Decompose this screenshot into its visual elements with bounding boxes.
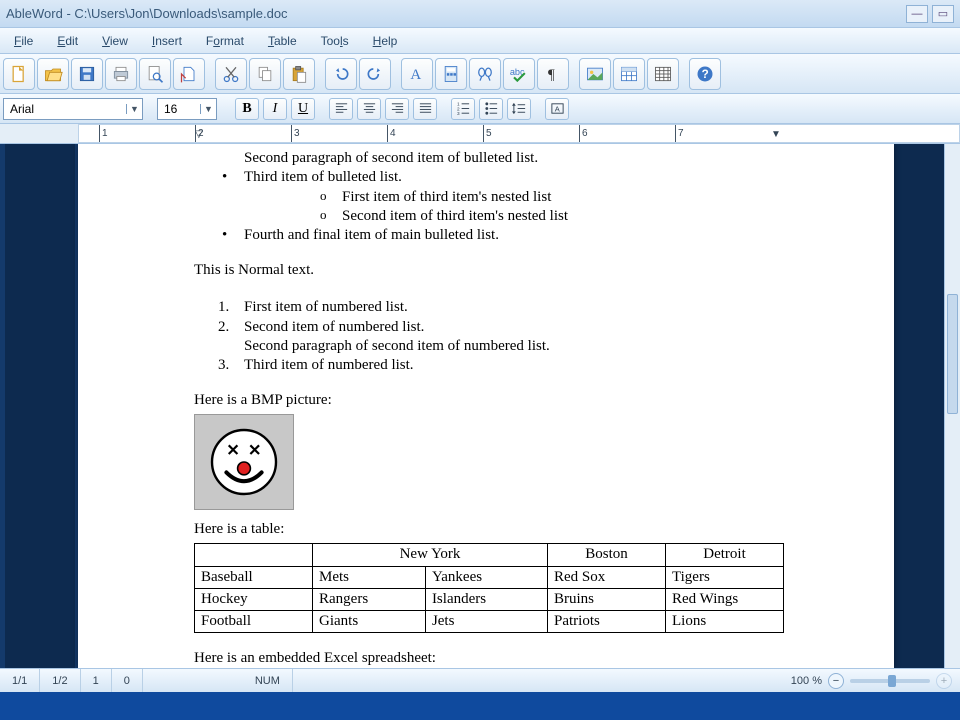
window-title: AbleWord - C:\Users\Jon\Downloads\sample… xyxy=(6,6,902,21)
underline-button[interactable]: U xyxy=(291,98,315,120)
horizontal-ruler[interactable]: ▽ ▼ 1234567 xyxy=(0,124,960,144)
font-name-value: Arial xyxy=(4,102,126,116)
menu-format[interactable]: Format xyxy=(196,31,254,51)
menu-help[interactable]: Help xyxy=(363,31,408,51)
copy-button[interactable] xyxy=(249,58,281,90)
scrollbar-thumb[interactable] xyxy=(947,294,958,414)
list-item: 1.First item of numbered list. xyxy=(194,298,778,317)
zoom-level: 100 % xyxy=(791,675,822,687)
zoom-in-button[interactable]: + xyxy=(936,673,952,689)
list-item: 3.Third item of numbered list. xyxy=(194,356,778,375)
print-preview-button[interactable] xyxy=(139,58,171,90)
menu-view[interactable]: View xyxy=(92,31,138,51)
menu-file[interactable]: File xyxy=(4,31,43,51)
svg-text:✕: ✕ xyxy=(226,443,239,460)
zoom-control: 100 % − + xyxy=(783,673,960,689)
status-col: 0 xyxy=(112,669,143,692)
cut-button[interactable] xyxy=(215,58,247,90)
print-button[interactable] xyxy=(105,58,137,90)
format-toolbar: Arial ▼ 16 ▼ B I U 123 A xyxy=(0,94,960,124)
zoom-out-button[interactable]: − xyxy=(828,673,844,689)
paste-button[interactable] xyxy=(283,58,315,90)
align-justify-button[interactable] xyxy=(413,98,437,120)
redo-button[interactable] xyxy=(359,58,391,90)
svg-text:A: A xyxy=(554,104,559,113)
help-button[interactable]: ? xyxy=(689,58,721,90)
list-item: First item of third item's nested list xyxy=(244,188,778,207)
main-toolbar: A abc ¶ ? xyxy=(0,54,960,94)
sample-table[interactable]: New York Boston Detroit Baseball Mets Ya… xyxy=(194,543,784,633)
line-spacing-button[interactable] xyxy=(507,98,531,120)
align-left-button[interactable] xyxy=(329,98,353,120)
svg-text:3: 3 xyxy=(456,111,459,116)
spellcheck-button[interactable]: abc xyxy=(503,58,535,90)
undo-button[interactable] xyxy=(325,58,357,90)
menu-edit[interactable]: Edit xyxy=(47,31,88,51)
minimize-button[interactable]: — xyxy=(906,5,928,23)
window-border xyxy=(0,692,960,720)
menu-bar: File Edit View Insert Format Table Tools… xyxy=(0,28,960,54)
bulleted-list-button[interactable] xyxy=(479,98,503,120)
new-doc-button[interactable] xyxy=(3,58,35,90)
page-setup-button[interactable] xyxy=(173,58,205,90)
body-text: Here is an embedded Excel spreadsheet: xyxy=(194,649,778,668)
status-numlock: NUM xyxy=(243,669,293,692)
bold-button[interactable]: B xyxy=(235,98,259,120)
document-page[interactable]: Second item of bulleted list. Second par… xyxy=(78,144,894,668)
svg-text:?: ? xyxy=(702,68,709,81)
body-text: This is Normal text. xyxy=(194,261,778,280)
body-text: Here is a table: xyxy=(194,520,778,539)
align-right-button[interactable] xyxy=(385,98,409,120)
list-item: Third item of bulleted list. First item … xyxy=(194,168,778,226)
title-bar: AbleWord - C:\Users\Jon\Downloads\sample… xyxy=(0,0,960,28)
app-window: AbleWord - C:\Users\Jon\Downloads\sample… xyxy=(0,0,960,720)
list-item: Second item of bulleted list. Second par… xyxy=(194,144,778,168)
font-size-value: 16 xyxy=(158,102,200,116)
svg-text:✕: ✕ xyxy=(248,443,261,460)
table-row: Football Giants Jets Patriots Lions xyxy=(195,611,784,633)
list-item: Second item of third item's nested list xyxy=(244,207,778,226)
insert-table-button[interactable] xyxy=(613,58,645,90)
list-item: Fourth and final item of main bulleted l… xyxy=(194,226,778,245)
numbered-list-button[interactable]: 123 xyxy=(451,98,475,120)
table-row: Baseball Mets Yankees Red Sox Tigers xyxy=(195,566,784,588)
menu-tools[interactable]: Tools xyxy=(311,31,359,51)
vertical-scrollbar[interactable] xyxy=(944,144,960,668)
menu-table[interactable]: Table xyxy=(258,31,307,51)
table-row: Hockey Rangers Islanders Bruins Red Wing… xyxy=(195,588,784,610)
svg-text:¶: ¶ xyxy=(548,67,555,83)
find-button[interactable] xyxy=(469,58,501,90)
dropdown-arrow-icon: ▼ xyxy=(126,104,142,114)
body-text: Here is a BMP picture: xyxy=(194,391,778,410)
insert-spreadsheet-button[interactable] xyxy=(647,58,679,90)
italic-button[interactable]: I xyxy=(263,98,287,120)
text-box-button[interactable]: A xyxy=(545,98,569,120)
dropdown-arrow-icon: ▼ xyxy=(200,104,216,114)
insert-picture-button[interactable] xyxy=(579,58,611,90)
menu-insert[interactable]: Insert xyxy=(142,31,192,51)
show-formatting-button[interactable]: ¶ xyxy=(537,58,569,90)
align-center-button[interactable] xyxy=(357,98,381,120)
status-line: 1 xyxy=(81,669,112,692)
svg-text:A: A xyxy=(410,67,421,83)
font-name-combo[interactable]: Arial ▼ xyxy=(3,98,143,120)
calculator-button[interactable] xyxy=(435,58,467,90)
maximize-button[interactable]: ▭ xyxy=(932,5,954,23)
open-button[interactable] xyxy=(37,58,69,90)
status-pages: 1/1 xyxy=(0,669,40,692)
list-item: 2.Second item of numbered list.Second pa… xyxy=(194,318,778,356)
status-bar: 1/1 1/2 1 0 NUM 100 % − + xyxy=(0,668,960,692)
status-section: 1/2 xyxy=(40,669,80,692)
zoom-slider[interactable] xyxy=(850,679,930,683)
table-row: New York Boston Detroit xyxy=(195,544,784,566)
embedded-bmp-image[interactable]: ✕ ✕ xyxy=(194,414,294,510)
document-area: Second item of bulleted list. Second par… xyxy=(0,144,960,668)
font-size-combo[interactable]: 16 ▼ xyxy=(157,98,217,120)
font-dialog-button[interactable]: A xyxy=(401,58,433,90)
save-button[interactable] xyxy=(71,58,103,90)
